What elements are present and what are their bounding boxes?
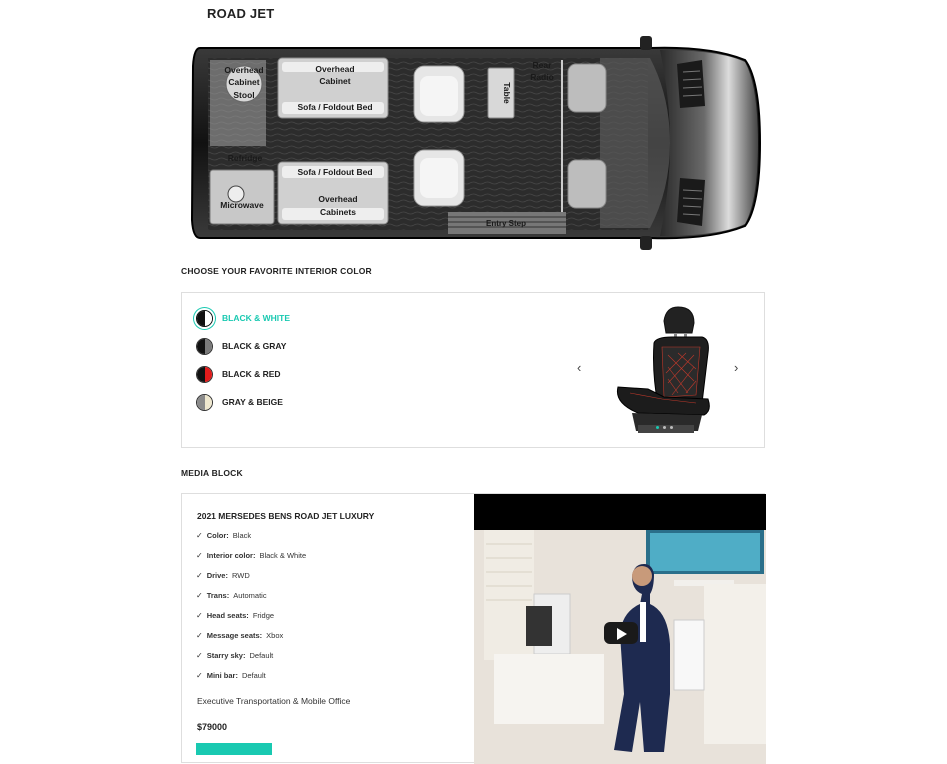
color-option[interactable]: BLACK & RED: [196, 364, 281, 384]
page-title: ROAD JET: [207, 6, 275, 21]
label-microwave: Microwave: [220, 200, 264, 210]
media-panel: 2021 MERSEDES BENS ROAD JET LUXURY ✓ Colo…: [181, 493, 766, 764]
color-swatch[interactable]: [196, 393, 213, 411]
svg-text:Overhead: Overhead: [315, 64, 354, 74]
spec-row: ✓ Mini bar: Default: [196, 671, 266, 680]
color-option-label: BLACK & WHITE: [222, 313, 290, 323]
spec-row: ✓ Message seats: Xbox: [196, 631, 283, 640]
spec-value: Black: [232, 531, 252, 540]
spec-row: ✓ Drive: RWD: [196, 571, 250, 580]
media-description: Executive Transportation & Mobile Office: [197, 696, 351, 706]
svg-text:Overhead: Overhead: [224, 65, 263, 75]
label-refridge: Refridge: [228, 153, 263, 163]
spec-value: Default: [249, 651, 274, 660]
video-player[interactable]: [474, 494, 766, 764]
spec-key: Starry sky:: [206, 651, 246, 660]
color-option[interactable]: BLACK & GRAY: [196, 336, 286, 356]
interior-heading: CHOOSE YOUR FAVORITE INTERIOR COLOR: [181, 266, 372, 276]
spec-row: ✓ Starry sky: Default: [196, 651, 273, 660]
prev-arrow-icon[interactable]: ‹: [577, 360, 581, 375]
color-option[interactable]: BLACK & WHITE: [196, 308, 290, 328]
spec-key: Interior color:: [206, 551, 256, 560]
spec-value: Fridge: [252, 611, 275, 620]
svg-text:Overhead: Overhead: [318, 194, 357, 204]
svg-text:Radio: Radio: [530, 72, 554, 82]
svg-text:Cabinet: Cabinet: [319, 76, 350, 86]
spec-value: Black & White: [259, 551, 307, 560]
check-icon: ✓: [196, 631, 203, 640]
spec-key: Head seats:: [206, 611, 249, 620]
spec-value: Xbox: [266, 631, 284, 640]
carousel-dots: [656, 426, 673, 429]
spec-row: ✓ Head seats: Fridge: [196, 611, 274, 620]
spec-value: Default: [241, 671, 266, 680]
svg-text:Rear: Rear: [533, 60, 553, 70]
label-overhead-1: Overhead: [224, 65, 263, 75]
interior-color-panel: BLACK & WHITE BLACK & GRAY BLACK & RED GRAY…: [181, 292, 765, 448]
carousel-dot[interactable]: [670, 426, 673, 429]
carousel-dot[interactable]: [656, 426, 659, 429]
carousel-dot[interactable]: [663, 426, 666, 429]
spec-value: RWD: [231, 571, 250, 580]
color-option-label: BLACK & GRAY: [222, 341, 287, 351]
media-title: 2021 MERSEDES BENS ROAD JET LUXURY: [197, 511, 375, 521]
check-icon: ✓: [196, 671, 203, 680]
label-entry-step: Entry Step: [486, 219, 526, 228]
spec-key: Mini bar:: [206, 671, 238, 680]
svg-text:Stool: Stool: [233, 90, 254, 100]
check-icon: ✓: [196, 591, 203, 600]
check-icon: ✓: [196, 651, 203, 660]
color-option-label: GRAY & BEIGE: [222, 397, 283, 407]
spec-key: Message seats:: [206, 631, 263, 640]
check-icon: ✓: [196, 611, 203, 620]
label-sofa-top: Sofa / Foldout Bed: [297, 102, 372, 112]
spec-row: ✓ Interior color: Black & White: [196, 551, 306, 560]
van-floorplan: Overhead Cabinet Stool Overhead Cabinet …: [190, 36, 762, 250]
price: $79000: [197, 722, 228, 732]
label-table: Table: [502, 82, 512, 104]
color-option[interactable]: GRAY & BEIGE: [196, 392, 283, 412]
spec-key: Drive:: [206, 571, 228, 580]
spec-key: Color:: [206, 531, 229, 540]
color-option-label: BLACK & RED: [222, 369, 281, 379]
next-arrow-icon[interactable]: ›: [734, 360, 738, 375]
spec-row: ✓ Color: Black: [196, 531, 251, 540]
spec-value: Automatic: [233, 591, 267, 600]
color-swatch[interactable]: [196, 309, 213, 327]
seat-image: [616, 306, 710, 433]
color-swatch[interactable]: [196, 337, 213, 355]
svg-text:Cabinets: Cabinets: [320, 207, 356, 217]
buy-button[interactable]: [196, 743, 272, 755]
check-icon: ✓: [196, 571, 203, 580]
label-sofa-bottom: Sofa / Foldout Bed: [297, 167, 372, 177]
spec-key: Trans:: [206, 591, 230, 600]
check-icon: ✓: [196, 531, 203, 540]
svg-text:Cabinet: Cabinet: [228, 77, 259, 87]
media-heading: MEDIA BLOCK: [181, 468, 243, 478]
color-swatch[interactable]: [196, 365, 213, 383]
check-icon: ✓: [196, 551, 203, 560]
spec-row: ✓ Trans: Automatic: [196, 591, 267, 600]
